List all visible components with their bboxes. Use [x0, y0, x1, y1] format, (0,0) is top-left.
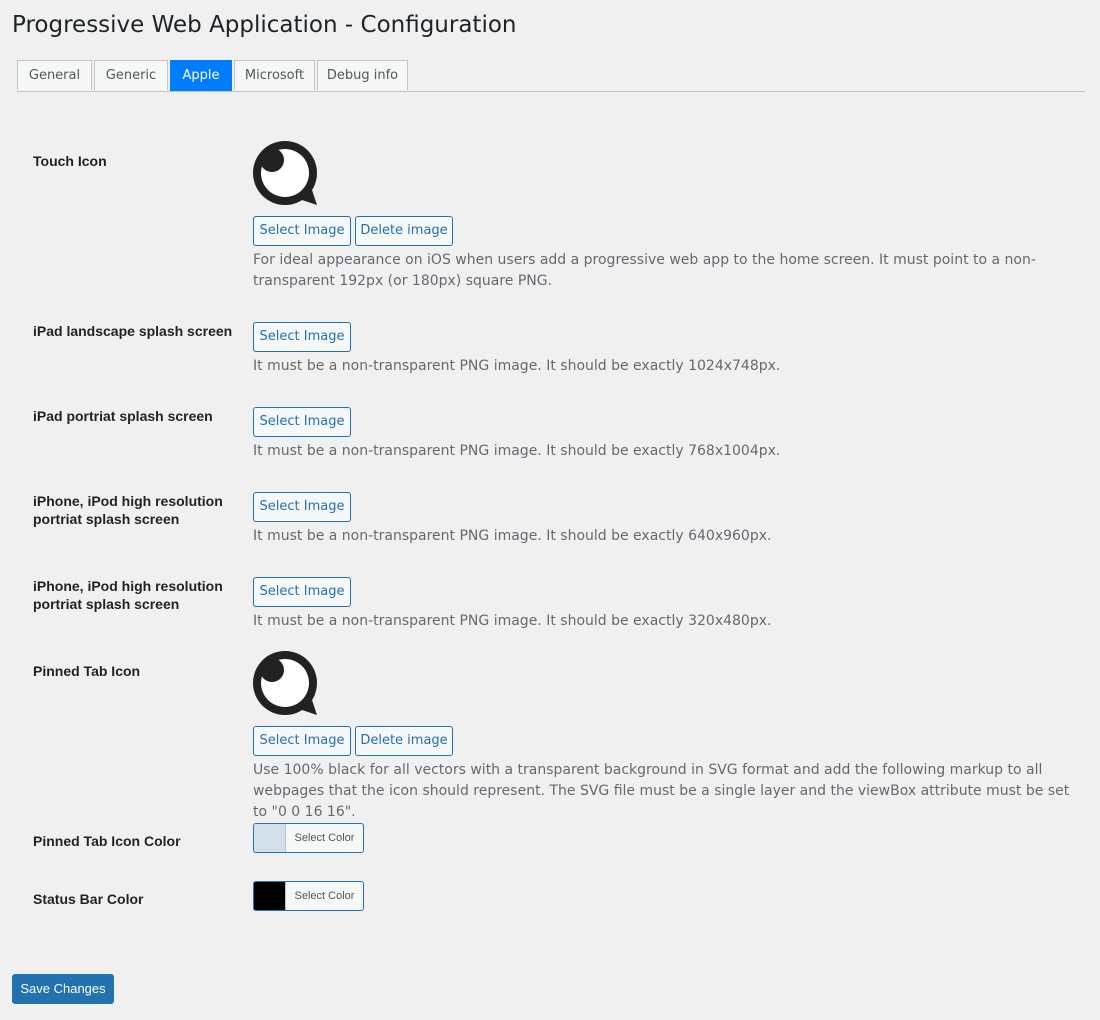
tab-bar: General Generic Apple Microsoft Debug in…	[17, 60, 1085, 92]
touch-icon-delete-image-button[interactable]: Delete image	[355, 216, 453, 246]
iphone-std-label: iPhone, iPod high resolution portriat sp…	[33, 578, 223, 612]
save-changes-button[interactable]: Save Changes	[12, 974, 114, 1004]
tab-general[interactable]: General	[17, 60, 92, 90]
tab-generic[interactable]: Generic	[94, 60, 168, 90]
status-bar-color-swatch[interactable]	[254, 882, 286, 910]
pinned-tab-icon-description: Use 100% black for all vectors with a tr…	[253, 762, 1070, 820]
pinned-tab-color-swatch[interactable]	[254, 824, 286, 852]
pinned-tab-color-label: Pinned Tab Icon Color	[33, 833, 181, 849]
ipad-landscape-select-image-button[interactable]: Select Image	[253, 322, 351, 352]
pinned-tab-select-color-label[interactable]: Select Color	[286, 824, 363, 852]
ipad-landscape-label: iPad landscape splash screen	[33, 323, 233, 339]
iphone-std-select-image-button[interactable]: Select Image	[253, 577, 351, 607]
pwa-logo-icon	[253, 141, 317, 205]
touch-icon-description: For ideal appearance on iOS when users a…	[253, 252, 1036, 289]
page-title: Progressive Web Application - Configurat…	[12, 12, 517, 38]
iphone-hires-select-image-button[interactable]: Select Image	[253, 492, 351, 522]
pwa-logo-icon	[253, 651, 317, 715]
status-bar-color-picker[interactable]: Select Color	[253, 881, 364, 911]
touch-icon-select-image-button[interactable]: Select Image	[253, 216, 351, 246]
settings-page: Progressive Web Application - Configurat…	[0, 0, 1100, 1020]
pinned-tab-color-picker[interactable]: Select Color	[253, 823, 364, 853]
iphone-std-description: It must be a non-transparent PNG image. …	[253, 613, 772, 629]
status-bar-select-color-label[interactable]: Select Color	[286, 882, 363, 910]
tab-microsoft[interactable]: Microsoft	[234, 60, 315, 90]
tab-debug-info[interactable]: Debug info	[317, 60, 408, 90]
pinned-tab-icon-delete-image-button[interactable]: Delete image	[355, 726, 453, 756]
iphone-hires-label: iPhone, iPod high resolution portriat sp…	[33, 493, 223, 527]
ipad-portrait-label: iPad portriat splash screen	[33, 408, 213, 424]
pinned-tab-icon-select-image-button[interactable]: Select Image	[253, 726, 351, 756]
iphone-hires-description: It must be a non-transparent PNG image. …	[253, 528, 772, 544]
ipad-portrait-description: It must be a non-transparent PNG image. …	[253, 443, 781, 459]
pinned-tab-icon-label: Pinned Tab Icon	[33, 663, 141, 679]
status-bar-color-label: Status Bar Color	[33, 891, 144, 907]
ipad-landscape-description: It must be a non-transparent PNG image. …	[253, 358, 781, 374]
ipad-portrait-select-image-button[interactable]: Select Image	[253, 407, 351, 437]
tab-apple[interactable]: Apple	[170, 60, 232, 91]
touch-icon-label: Touch Icon	[33, 153, 107, 169]
